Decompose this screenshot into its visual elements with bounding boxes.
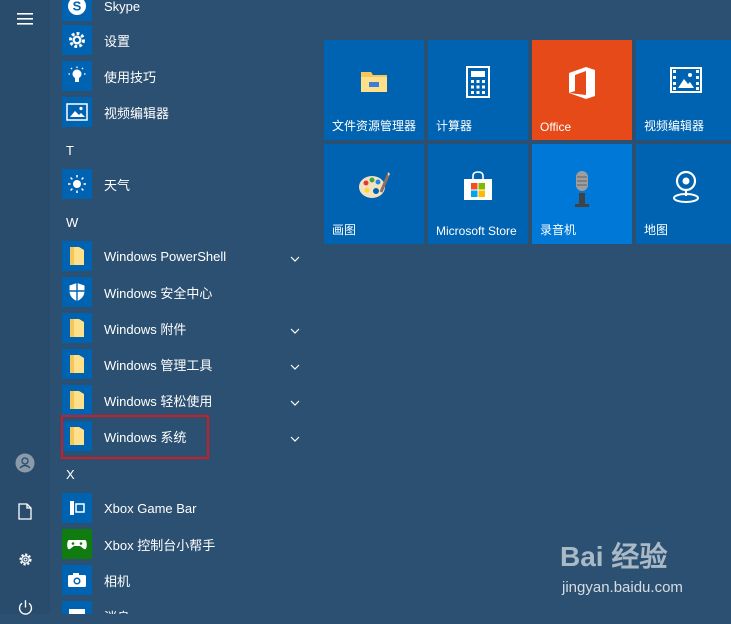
map-pin-icon	[636, 170, 731, 204]
message-icon	[62, 601, 92, 614]
app-label: Xbox 控制台小帮手	[104, 537, 216, 553]
hamburger-menu-icon[interactable]	[0, 2, 50, 36]
store-bag-icon	[428, 170, 528, 202]
user-avatar-icon[interactable]	[0, 446, 50, 480]
shield-icon	[62, 277, 92, 307]
calculator-icon	[428, 66, 528, 98]
app-messaging[interactable]: 消息	[62, 598, 312, 614]
chevron-down-icon[interactable]	[290, 393, 300, 411]
app-label: 相机	[104, 573, 131, 589]
app-label: 视频编辑器	[104, 105, 170, 121]
tile-office[interactable]: Office	[532, 40, 632, 140]
skype-icon: S	[62, 0, 92, 21]
app-weather[interactable]: 天气	[62, 166, 312, 202]
app-folder-ease-of-access[interactable]: Windows 轻松使用	[62, 382, 312, 418]
highlight-box	[61, 415, 209, 459]
gear-icon[interactable]	[0, 542, 50, 576]
sun-icon	[62, 169, 92, 199]
app-xbox-companion[interactable]: Xbox 控制台小帮手	[62, 526, 312, 562]
app-folder-powershell[interactable]: Windows PowerShell	[62, 238, 312, 274]
power-icon[interactable]	[0, 590, 50, 624]
letter-header-t[interactable]: T	[66, 143, 96, 158]
app-label: Windows 管理工具	[104, 357, 213, 373]
app-camera[interactable]: 相机	[62, 562, 312, 598]
baidu-jingyan-watermark: Bai 经验 jingyan.baidu.com	[560, 535, 730, 610]
app-label: Windows 附件	[104, 321, 187, 337]
app-label: 天气	[104, 177, 131, 193]
app-label: Xbox Game Bar	[104, 500, 197, 516]
app-label: Windows PowerShell	[104, 248, 227, 264]
app-label: 消息	[104, 607, 130, 615]
chevron-down-icon[interactable]	[290, 249, 300, 267]
xbox-game-bar-icon	[62, 493, 92, 523]
app-settings[interactable]: 设置	[62, 22, 312, 58]
app-label: Windows 安全中心	[104, 285, 213, 301]
app-label: Windows 轻松使用	[104, 393, 213, 409]
app-list: S Skype 设置 使用技巧 视频编辑器 T 天气 W Windows Pow…	[50, 0, 312, 614]
film-icon	[62, 97, 92, 127]
tile-label: 地图	[644, 223, 669, 237]
chevron-down-icon[interactable]	[290, 429, 300, 447]
folder-icon	[62, 313, 92, 343]
letter-header-x[interactable]: X	[66, 467, 96, 482]
app-skype[interactable]: S Skype	[62, 0, 312, 24]
tile-label: 视频编辑器	[644, 119, 705, 133]
tile-maps[interactable]: 地图	[636, 144, 731, 244]
tile-file-explorer[interactable]: 文件资源管理器	[324, 40, 424, 140]
tile-calculator[interactable]: 计算器	[428, 40, 528, 140]
lightbulb-icon	[62, 61, 92, 91]
tile-label: 文件资源管理器	[332, 119, 417, 133]
xbox-controller-icon	[62, 529, 92, 559]
app-video-editor[interactable]: 视频编辑器	[62, 94, 312, 130]
chevron-down-icon[interactable]	[290, 321, 300, 339]
folder-icon	[324, 66, 424, 96]
tile-label: Microsoft Store	[436, 224, 517, 238]
app-label: Skype	[104, 0, 141, 14]
app-folder-admin-tools[interactable]: Windows 管理工具	[62, 346, 312, 382]
film-icon	[636, 66, 731, 94]
chevron-down-icon[interactable]	[290, 357, 300, 375]
tile-label: 计算器	[436, 119, 473, 133]
tile-microsoft-store[interactable]: Microsoft Store	[428, 144, 528, 244]
start-rail	[0, 0, 50, 615]
watermark-url: jingyan.baidu.com	[562, 579, 683, 596]
app-label: 使用技巧	[104, 69, 157, 85]
folder-icon	[62, 385, 92, 415]
letter-header-w[interactable]: W	[66, 215, 96, 230]
app-label: 设置	[104, 33, 131, 49]
microphone-icon	[532, 170, 632, 208]
camera-icon	[62, 565, 92, 595]
folder-icon	[62, 241, 92, 271]
document-icon[interactable]	[0, 494, 50, 528]
gear-icon	[62, 25, 92, 55]
tile-voice-recorder[interactable]: 录音机	[532, 144, 632, 244]
svg-text:S: S	[73, 0, 82, 14]
app-folder-accessories[interactable]: Windows 附件	[62, 310, 312, 346]
tile-paint[interactable]: 画图	[324, 144, 424, 244]
app-xbox-game-bar[interactable]: Xbox Game Bar	[62, 490, 312, 526]
tile-label: 画图	[332, 223, 357, 237]
app-windows-security[interactable]: Windows 安全中心	[62, 274, 312, 310]
app-tips[interactable]: 使用技巧	[62, 58, 312, 94]
tile-video-editor[interactable]: 视频编辑器	[636, 40, 731, 140]
tile-label: Office	[540, 120, 572, 134]
folder-icon	[62, 349, 92, 379]
paint-palette-icon	[324, 170, 424, 200]
watermark-brand: Bai 经验	[560, 541, 668, 572]
tile-label: 录音机	[540, 223, 577, 237]
office-logo-icon	[532, 66, 632, 100]
